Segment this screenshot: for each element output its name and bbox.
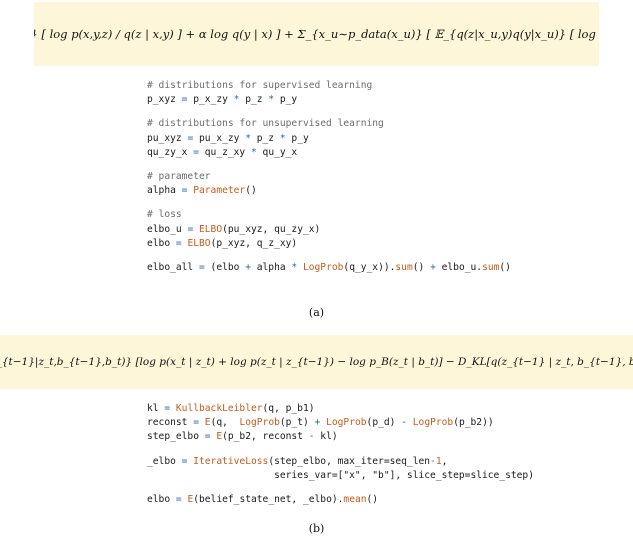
code-line: # distributions for supervised learning (147, 80, 373, 91)
code-line: _elbo = IterativeLoss(step_elbo, max_ite… (147, 455, 448, 467)
code-block-a: # distributions for supervised learning p… (147, 79, 511, 275)
code-line: # parameter (147, 170, 211, 182)
code-line: # distributions for unsupervised learnin… (147, 118, 384, 130)
code-block-b: kl = KullbackLeibler(q, p_b1)reconst = E… (147, 402, 534, 507)
code-line: elbo_u = ELBO(pu_xyz, qu_zy_x) (147, 223, 321, 235)
equation-b: Σ_t 𝔼_{p_B(z_t|b_t)} [𝔼_{q(z_{t−1}|z_t,b… (0, 335, 633, 389)
code-line: elbo = ELBO(p_xyz, q_z_xy) (147, 237, 298, 249)
code-line: step_elbo = E(p_b2, reconst - kl) (147, 431, 338, 443)
code-line: pu_xyz = pu_x_zy * p_z * p_y (147, 132, 309, 144)
code-line: elbo = E(belief_state_net, _elbo).mean() (147, 493, 379, 505)
code-line: # loss (147, 209, 182, 221)
code-line: alpha = Parameter() (147, 185, 257, 197)
code-line: series_var=["x", "b"], slice_step=slice_… (147, 469, 534, 481)
code-line: reconst = E(q, LogProb(p_t) + LogProb(p_… (147, 417, 494, 429)
code-line: elbo_all = (elbo + alpha * LogProb(q_y_x… (147, 261, 511, 273)
code-line: p_xyz = p_x_zy * p_z * p_y (147, 94, 298, 106)
caption-b: (b) (308, 522, 325, 535)
code-line: kl = KullbackLeibler(q, p_b1) (147, 403, 315, 414)
caption-a: (a) (308, 306, 325, 319)
code-line: qu_zy_x = qu_z_xy * qu_y_x (147, 146, 298, 158)
equation-a: Σ_{x,y∼p_data(x,y)} [ 𝔼_{q(z|x,y)} [ log… (34, 2, 599, 66)
